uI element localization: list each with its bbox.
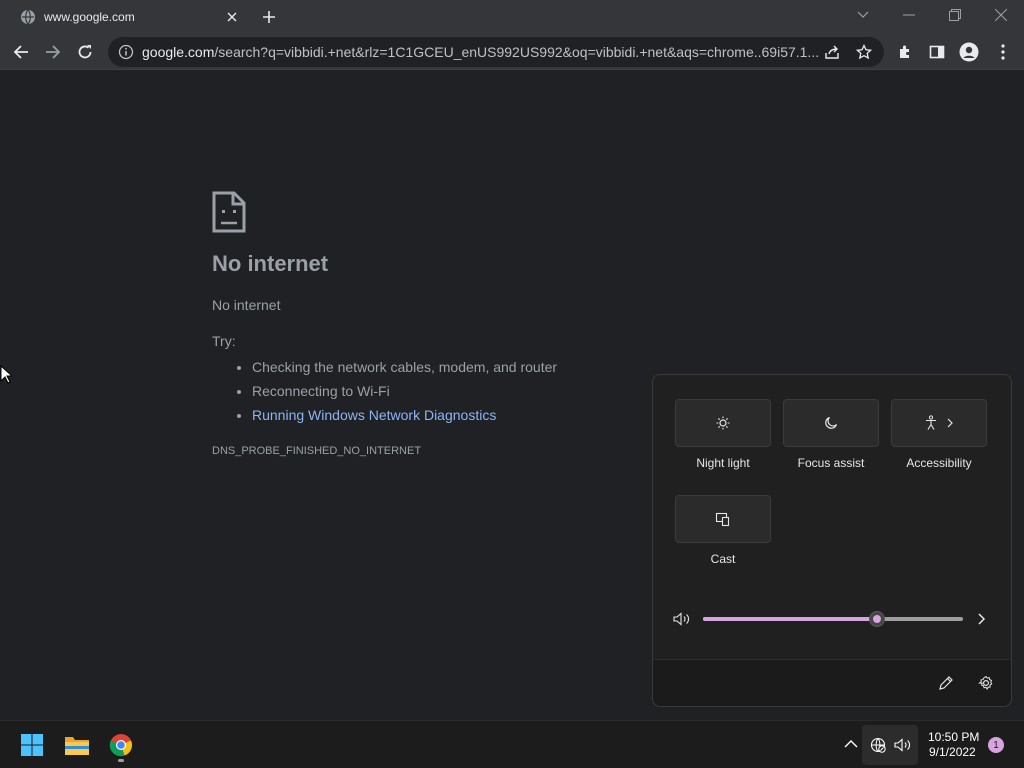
chrome-icon: [109, 734, 132, 757]
restore-button[interactable]: [932, 0, 978, 30]
focus-assist-toggle[interactable]: [783, 399, 879, 447]
night-light-toggle[interactable]: [675, 399, 771, 447]
side-panel-icon[interactable]: [922, 37, 952, 67]
tab-title: www.google.com: [44, 10, 135, 24]
tile-label: Accessibility: [906, 456, 972, 470]
network-globe-icon: [870, 737, 886, 753]
cast-tile[interactable]: [675, 495, 771, 543]
start-button[interactable]: [16, 729, 48, 761]
browser-menu-icon[interactable]: [988, 37, 1018, 67]
network-diagnostics-link[interactable]: Running Windows Network Diagnostics: [252, 407, 496, 423]
minimize-button[interactable]: [886, 0, 932, 30]
volume-slider-fill: [703, 617, 878, 621]
mouse-cursor-icon: [0, 365, 12, 384]
bookmark-star-icon[interactable]: [856, 44, 872, 60]
error-code: DNS_PROBE_FINISHED_NO_INTERNET: [212, 445, 422, 457]
reload-button[interactable]: [70, 37, 100, 67]
suggestion-list: Checking the network cables, modem, and …: [252, 355, 712, 427]
error-subheading: No internet: [212, 297, 281, 313]
close-tab-icon[interactable]: [222, 7, 242, 27]
quick-settings-footer: [653, 659, 1011, 706]
profile-avatar-icon[interactable]: [954, 37, 984, 67]
clock[interactable]: 10:50 PM 9/1/2022: [924, 730, 979, 760]
cast-icon: [715, 512, 730, 527]
new-tab-button[interactable]: [258, 6, 280, 28]
chevron-right-icon[interactable]: [977, 613, 987, 625]
quick-settings-panel: Night light Focus assist Accessibility C…: [652, 374, 1012, 707]
browser-tab[interactable]: www.google.com: [8, 0, 248, 34]
share-icon[interactable]: [824, 44, 840, 60]
volume-icon[interactable]: [673, 612, 691, 626]
volume-slider[interactable]: [703, 611, 963, 627]
back-button[interactable]: [6, 37, 36, 67]
close-window-button[interactable]: [978, 0, 1024, 30]
error-heading: No internet: [212, 251, 329, 276]
clock-date: 9/1/2022: [929, 745, 976, 759]
accessibility-tile[interactable]: [891, 399, 987, 447]
extensions-icon[interactable]: [890, 37, 920, 67]
tab-search-icon[interactable]: [840, 0, 886, 30]
show-hidden-icons-chevron-icon[interactable]: [844, 739, 858, 749]
volume-slider-thumb[interactable]: [869, 611, 886, 627]
tab-strip: www.google.com: [0, 0, 1024, 34]
windows-logo-icon: [21, 734, 43, 756]
suggestion-item: Running Windows Network Diagnostics: [252, 403, 712, 427]
moon-icon: [825, 416, 838, 429]
url-path: /search?q=vibbidi.+net&rlz=1C1GCEU_enUS9…: [214, 44, 820, 60]
suggestion-item: Checking the network cables, modem, and …: [252, 355, 712, 379]
url-host: google.com: [142, 44, 215, 60]
clock-time: 10:50 PM: [928, 730, 980, 744]
file-explorer-button[interactable]: [61, 729, 93, 761]
active-indicator: [118, 759, 124, 762]
notification-badge[interactable]: 1: [988, 737, 1004, 753]
browser-toolbar: google.com/search?q=vibbidi.+net&rlz=1C1…: [0, 34, 1024, 70]
settings-gear-icon[interactable]: [978, 675, 994, 691]
edit-pencil-icon[interactable]: [938, 675, 954, 691]
tile-label: Night light: [696, 456, 750, 470]
tile-label: Cast: [710, 552, 736, 566]
tile-label: Focus assist: [797, 456, 865, 470]
brightness-icon: [716, 416, 730, 430]
screen: { "browser": { "tab": { "title": "www.go…: [0, 0, 1024, 768]
globe-icon: [21, 9, 35, 25]
quick-settings-tray-button[interactable]: [862, 725, 918, 765]
speaker-icon: [894, 738, 910, 752]
taskbar: 10:50 PM 9/1/2022 1: [0, 720, 1024, 768]
url-text: google.com/search?q=vibbidi.+net&rlz=1C1…: [142, 44, 819, 60]
forward-button[interactable]: [38, 37, 68, 67]
chrome-taskbar-button[interactable]: [105, 729, 137, 762]
folder-icon: [65, 737, 89, 755]
info-icon[interactable]: [118, 44, 134, 60]
sad-document-icon: [212, 191, 246, 233]
try-label: Try:: [212, 333, 236, 349]
error-panel: No internet No internet Try: Checking th…: [212, 191, 712, 457]
suggestion-item: Reconnecting to Wi-Fi: [252, 379, 712, 403]
accessibility-icon: [926, 415, 953, 430]
address-bar[interactable]: google.com/search?q=vibbidi.+net&rlz=1C1…: [108, 37, 884, 67]
